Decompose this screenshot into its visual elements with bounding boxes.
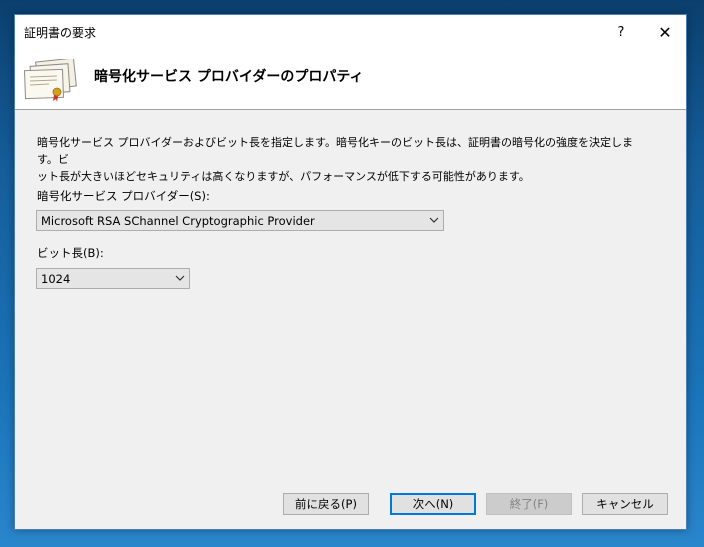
- csp-dropdown[interactable]: Microsoft RSA SChannel Cryptographic Pro…: [36, 210, 444, 231]
- window-title: 証明書の要求: [24, 26, 97, 40]
- certificate-stack-icon: [24, 59, 77, 102]
- wizard-content: 暗号化サービス プロバイダーおよびビット長を指定します。暗号化キーのビット長は、…: [15, 110, 686, 529]
- description-line-2: ット長が大きいほどセキュリティは高くなりますが、パフォーマンスが低下する可能性が…: [37, 170, 530, 183]
- description-line-1: 暗号化サービス プロバイダーおよびビット長を指定します。暗号化キーのビット長は、…: [37, 136, 633, 166]
- csp-label: 暗号化サービス プロバイダー(S):: [37, 189, 210, 203]
- help-button[interactable]: ?: [599, 15, 643, 49]
- cancel-button[interactable]: キャンセル: [582, 493, 668, 515]
- page-title: 暗号化サービス プロバイダーのプロパティ: [94, 69, 364, 85]
- bitlength-selected-value: 1024: [41, 272, 71, 286]
- certificate-request-dialog: 証明書の要求 ? ✕ 暗号化サービス プロバイダーのプロパティ 暗号化サービス …: [14, 14, 687, 530]
- next-button[interactable]: 次へ(N): [390, 493, 476, 515]
- chevron-down-icon: [429, 217, 439, 223]
- wizard-header: 暗号化サービス プロバイダーのプロパティ: [15, 49, 686, 110]
- back-button[interactable]: 前に戻る(P): [283, 493, 369, 515]
- close-button[interactable]: ✕: [643, 15, 687, 49]
- description-text: 暗号化サービス プロバイダーおよびビット長を指定します。暗号化キーのビット長は、…: [37, 134, 637, 185]
- bitlength-dropdown[interactable]: 1024: [36, 268, 190, 289]
- finish-button[interactable]: 終了(F): [486, 493, 572, 515]
- title-bar: 証明書の要求 ? ✕: [15, 15, 686, 49]
- csp-selected-value: Microsoft RSA SChannel Cryptographic Pro…: [41, 214, 315, 228]
- bitlength-label: ビット長(B):: [37, 246, 104, 260]
- chevron-down-icon: [175, 275, 185, 281]
